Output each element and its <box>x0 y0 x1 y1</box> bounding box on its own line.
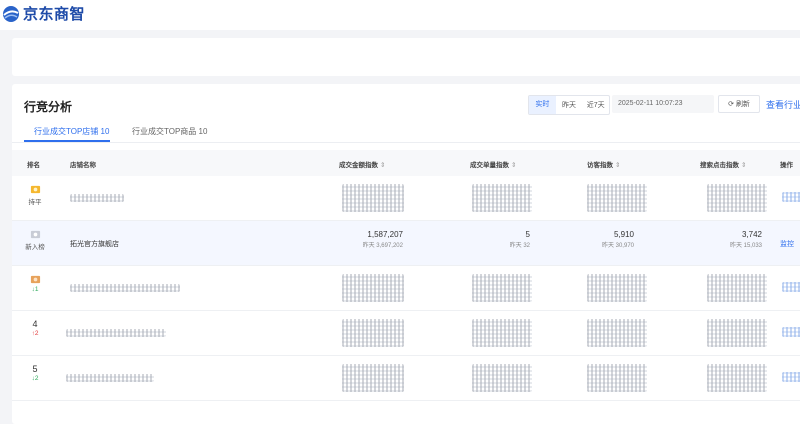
time-option-yesterday[interactable]: 昨天 <box>556 100 583 110</box>
header-search-label: 搜索点击指数 <box>700 162 739 169</box>
redacted-value <box>342 319 404 347</box>
tab-top-products[interactable]: 行业成交TOP商品 10 <box>132 126 207 137</box>
bronze-medal-icon <box>30 275 40 284</box>
sort-icon: ⇕ <box>380 162 386 169</box>
rank-cell: 新入榜 <box>20 229 50 251</box>
rank-cell: 5 ↓2 <box>20 364 50 382</box>
monitor-link[interactable]: 监控 <box>780 239 794 249</box>
gold-medal-icon <box>30 185 40 194</box>
rank-number: 4 <box>32 319 38 329</box>
header-gmv[interactable]: 成交金额指数 ⇕ <box>339 159 385 169</box>
rank-cell: 持平 <box>20 184 50 206</box>
refresh-button[interactable]: ⟳ 刷新 <box>718 95 760 113</box>
redacted-value <box>587 364 647 392</box>
table-header: 排名 店铺名称 成交金额指数 ⇕ 成交单量指数 ⇕ 访客指数 ⇕ 搜索点击指数 ⇕ 操作 <box>12 150 800 176</box>
redacted-shop-name <box>70 284 180 292</box>
redacted-value <box>342 274 404 302</box>
search-prev: 昨天 15,033 <box>729 243 762 249</box>
time-option-7days[interactable]: 近7天 <box>582 100 609 110</box>
redacted-action[interactable] <box>782 282 800 292</box>
orders-prev: 昨天 32 <box>509 243 530 249</box>
time-range-toggle: 实时 昨天 近7天 <box>528 95 610 115</box>
header-visitors[interactable]: 访客指数 ⇕ <box>587 159 620 169</box>
table-row: 4 ↑2 <box>12 311 800 356</box>
redacted-value <box>472 319 532 347</box>
redacted-action[interactable] <box>782 327 800 337</box>
tab-bar: 行业成交TOP店铺 10 行业成交TOP商品 10 <box>12 122 800 143</box>
redacted-value <box>707 274 767 302</box>
orders-value: 5 <box>525 230 530 239</box>
header-visitors-label: 访客指数 <box>587 162 613 169</box>
redacted-value <box>707 364 767 392</box>
redacted-value <box>342 184 404 212</box>
jd-logo-icon <box>3 5 19 22</box>
tab-top-shops[interactable]: 行业成交TOP店铺 10 <box>34 126 109 137</box>
shop-name[interactable]: 拓光官方旗舰店 <box>70 239 119 249</box>
sort-icon: ⇕ <box>511 162 517 169</box>
redacted-value <box>587 184 647 212</box>
redacted-action[interactable] <box>782 372 800 382</box>
gmv-prev: 昨天 3,697,202 <box>362 243 403 249</box>
redacted-value <box>472 274 532 302</box>
redacted-action[interactable] <box>782 192 800 202</box>
rank-cell: ↓1 <box>20 274 50 293</box>
table-row: 持平 <box>12 176 800 221</box>
refresh-icon: ⟳ <box>728 101 734 108</box>
rank-number: 5 <box>32 364 38 374</box>
rank-change: ↓2 <box>31 375 39 382</box>
header-operation: 操作 <box>780 162 793 169</box>
table-row: 新入榜 拓光官方旗舰店 1,587,207 昨天 3,697,202 5 昨天 … <box>12 221 800 266</box>
header-shop-name: 店铺名称 <box>70 162 96 169</box>
redacted-shop-name <box>70 194 124 202</box>
rank-change: ↓1 <box>31 286 39 293</box>
rank-cell: 4 ↑2 <box>20 319 50 337</box>
visitors-value: 5,910 <box>613 230 634 239</box>
redacted-value <box>587 319 647 347</box>
redacted-shop-name <box>66 374 154 382</box>
gmv-value: 1,587,207 <box>367 230 403 239</box>
header-gmv-label: 成交金额指数 <box>339 162 378 169</box>
active-tab-indicator <box>24 140 110 142</box>
competition-analysis-card: 行竞分析 实时 昨天 近7天 2025-02-11 10:07:23 ⟳ 刷新 … <box>12 84 800 424</box>
top-card <box>12 38 800 76</box>
header-rank: 排名 <box>27 162 40 169</box>
redacted-value <box>342 364 404 392</box>
header-orders-label: 成交单量指数 <box>470 162 509 169</box>
sort-icon: ⇕ <box>615 162 621 169</box>
table-row: 5 ↓2 <box>12 356 800 401</box>
visitors-prev: 昨天 30,970 <box>601 243 634 249</box>
header-search[interactable]: 搜索点击指数 ⇕ <box>700 159 746 169</box>
logo-text: 京东商智 <box>23 6 86 23</box>
table-row: ↓1 <box>12 266 800 311</box>
time-option-realtime[interactable]: 实时 <box>529 96 556 114</box>
redacted-value <box>472 364 532 392</box>
header-orders[interactable]: 成交单量指数 ⇕ <box>470 159 516 169</box>
datetime-display[interactable]: 2025-02-11 10:07:23 <box>612 95 714 113</box>
redacted-value <box>707 184 767 212</box>
refresh-label: 刷新 <box>735 101 750 108</box>
silver-medal-icon <box>30 230 40 239</box>
top-bar: 京东商智 <box>0 0 800 30</box>
redacted-value <box>587 274 647 302</box>
view-industry-link[interactable]: 查看行业 <box>766 98 800 111</box>
search-cell: 3,742 昨天 15,033 <box>642 230 762 249</box>
gmv-cell: 1,587,207 昨天 3,697,202 <box>283 230 403 249</box>
redacted-value <box>472 184 532 212</box>
rank-change: ↑2 <box>31 330 39 337</box>
visitors-cell: 5,910 昨天 30,970 <box>514 230 634 249</box>
sort-icon: ⇕ <box>741 162 747 169</box>
redacted-value <box>707 319 767 347</box>
rank-change: 持平 <box>28 199 42 206</box>
redacted-shop-name <box>66 329 166 337</box>
rank-change: 新入榜 <box>25 244 45 251</box>
search-value: 3,742 <box>741 230 762 239</box>
orders-cell: 5 昨天 32 <box>410 230 530 249</box>
section-title: 行竞分析 <box>24 100 73 114</box>
logo[interactable]: 京东商智 <box>2 3 85 24</box>
